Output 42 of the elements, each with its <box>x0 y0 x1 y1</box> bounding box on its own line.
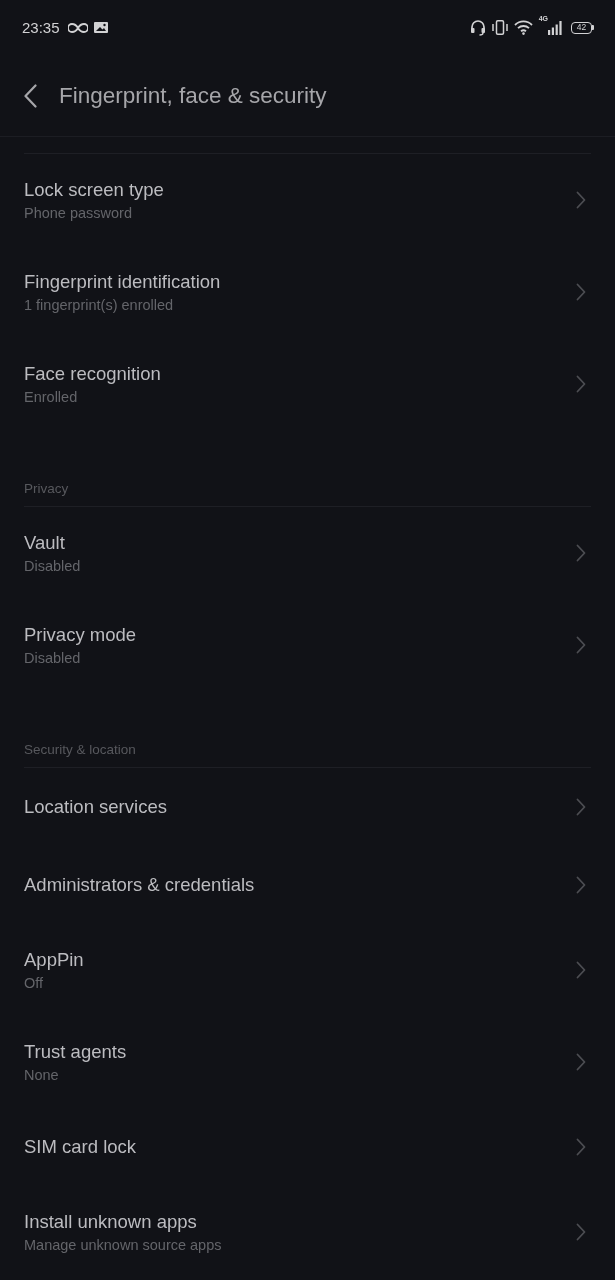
setting-value: 1 fingerprint(s) enrolled <box>24 295 175 314</box>
signal-icon <box>548 20 562 35</box>
setting-title[interactable]: Administrators & credentials <box>24 874 576 896</box>
setting-title[interactable]: Lock screen type <box>24 178 576 201</box>
setting-title[interactable]: AppPin <box>24 948 576 971</box>
chevron-right-icon <box>576 544 586 562</box>
back-icon <box>24 83 37 108</box>
setting-title[interactable]: Vault <box>24 531 576 554</box>
setting-value: Enrolled <box>24 387 79 406</box>
chevron-right-icon <box>576 1138 586 1156</box>
setting-value: Off <box>24 973 45 992</box>
setting-title[interactable]: Install unknown apps <box>24 1210 576 1233</box>
chevron-right-icon <box>576 876 586 894</box>
vibrate-icon <box>491 20 508 35</box>
setting-title[interactable]: SIM card lock <box>24 1136 576 1158</box>
setting-title[interactable]: Trust agents <box>24 1040 576 1063</box>
setting-value: None <box>24 1065 60 1084</box>
headset-icon <box>469 19 486 36</box>
page-title: Fingerprint, face & security <box>59 82 327 109</box>
chevron-right-icon <box>576 961 586 979</box>
chevron-right-icon <box>576 375 586 393</box>
setting-title[interactable]: Face recognition <box>24 362 576 385</box>
section-heading: Security & location <box>24 742 136 757</box>
setting-value: Disabled <box>24 556 82 575</box>
chevron-right-icon <box>576 636 586 654</box>
setting-title[interactable]: Privacy mode <box>24 623 576 646</box>
status-time: 23:35 <box>22 19 60 36</box>
setting-title[interactable]: Location services <box>24 796 576 818</box>
chevron-right-icon <box>576 1053 586 1071</box>
setting-value: Disabled <box>24 648 82 667</box>
setting-title[interactable]: Fingerprint identification <box>24 270 576 293</box>
setting-value: Phone password <box>24 203 133 222</box>
section-heading: Privacy <box>24 481 69 496</box>
chevron-right-icon <box>576 283 586 301</box>
setting-value: Manage unknown source apps <box>24 1235 223 1254</box>
chevron-right-icon <box>576 798 586 816</box>
battery-indicator: 42 <box>571 21 594 34</box>
image-icon <box>93 22 108 33</box>
chevron-right-icon <box>576 191 586 209</box>
chevron-right-icon <box>576 1223 586 1241</box>
infinity-icon <box>67 22 88 33</box>
wifi-icon <box>513 20 533 35</box>
